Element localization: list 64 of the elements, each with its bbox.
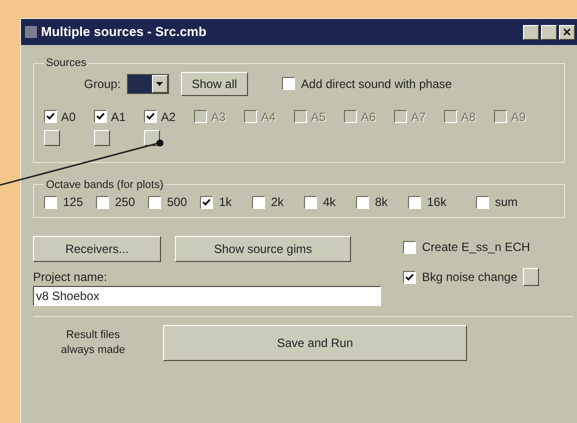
- band-label: 16k: [427, 194, 446, 211]
- checkbox[interactable]: [408, 196, 421, 208]
- dropdown-arrow-icon: [156, 82, 164, 86]
- source-label: A8: [461, 108, 476, 126]
- checkbox[interactable]: [476, 196, 489, 208]
- source-label: A2: [161, 108, 176, 126]
- checkbox[interactable]: [304, 196, 317, 208]
- group-label: Group:: [84, 76, 121, 92]
- check-icon: [96, 112, 105, 121]
- checkbox[interactable]: [403, 240, 416, 254]
- group-title: Sources: [45, 56, 88, 71]
- checkbox[interactable]: [252, 196, 265, 208]
- checkbox[interactable]: [44, 196, 57, 208]
- source-label: A7: [411, 108, 426, 126]
- checkbox[interactable]: [356, 196, 369, 208]
- band-label: 2k: [271, 194, 284, 211]
- small-button[interactable]: [523, 268, 540, 286]
- check-icon: [146, 112, 155, 121]
- project-name-label: Project name:: [33, 269, 108, 286]
- app-icon: [25, 26, 37, 38]
- band-label: 500: [167, 194, 188, 211]
- close-button[interactable]: [559, 24, 575, 40]
- checkbox[interactable]: [94, 110, 107, 123]
- band-label: 125: [63, 194, 84, 211]
- checkbox[interactable]: [200, 196, 213, 208]
- maximize-button[interactable]: [541, 24, 557, 40]
- source-small-button[interactable]: [144, 130, 160, 146]
- save-and-run-button[interactable]: Save and Run: [163, 325, 467, 361]
- source-label: A0: [61, 108, 76, 126]
- option-label: Create E_ss_n ECH: [422, 239, 530, 256]
- source-label: A5: [311, 108, 326, 126]
- minimize-button[interactable]: [523, 24, 539, 40]
- band-label: 8k: [375, 194, 388, 211]
- checkbox-label: Add direct sound with phase: [301, 76, 452, 92]
- check-icon: [202, 198, 211, 206]
- source-small-button[interactable]: [94, 130, 110, 146]
- source-label: A3: [211, 108, 226, 126]
- option-label: Bkg noise change: [422, 269, 518, 286]
- source-small-button[interactable]: [44, 130, 60, 146]
- check-icon: [46, 112, 55, 121]
- checkbox[interactable]: [148, 196, 161, 208]
- show-all-button[interactable]: Show all: [180, 72, 248, 96]
- source-label: A4: [261, 108, 276, 126]
- band-label: 1k: [219, 194, 232, 211]
- close-icon: [563, 28, 571, 36]
- project-name-field[interactable]: v8 Shoebox: [33, 286, 381, 306]
- checkbox[interactable]: [282, 77, 296, 90]
- show-source-button[interactable]: Show source gims: [175, 236, 351, 262]
- source-label: A9: [511, 108, 526, 126]
- receivers-button[interactable]: Receivers...: [33, 236, 161, 262]
- band-label: 250: [115, 194, 136, 211]
- band-label: 4k: [323, 194, 336, 211]
- checkbox[interactable]: [44, 110, 57, 123]
- result-files-note: Result files always made: [60, 328, 126, 358]
- source-label: A1: [111, 108, 126, 126]
- check-icon: [405, 272, 414, 282]
- group-dropdown[interactable]: [126, 74, 169, 94]
- source-label: A6: [361, 108, 376, 126]
- band-label: sum: [495, 194, 518, 211]
- checkbox[interactable]: [96, 196, 109, 208]
- window-title: Multiple sources - Src.cmb: [41, 23, 206, 42]
- checkbox[interactable]: [403, 270, 416, 284]
- checkbox[interactable]: [144, 110, 157, 123]
- group-title: Octave bands (for plots): [45, 178, 164, 192]
